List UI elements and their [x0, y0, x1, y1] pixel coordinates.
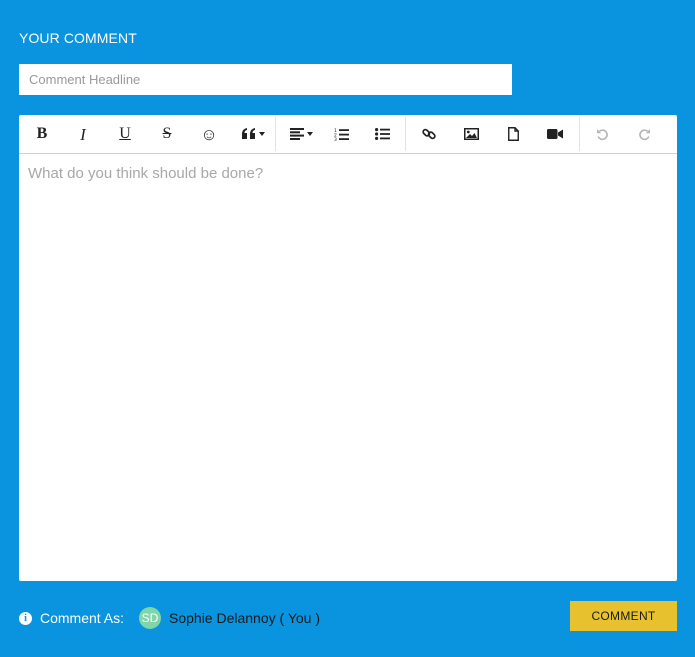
chevron-down-icon	[258, 132, 265, 136]
redo-button[interactable]	[625, 115, 663, 153]
emoji-button[interactable]: ☺	[190, 115, 228, 153]
comment-headline-input[interactable]	[19, 64, 512, 95]
undo-icon	[596, 128, 608, 140]
video-camera-icon	[547, 129, 563, 139]
link-icon	[422, 128, 436, 140]
comment-as-info: i Comment As:	[19, 609, 124, 627]
toolbar-divider	[405, 117, 406, 151]
submit-comment-button[interactable]: COMMENT	[570, 601, 677, 631]
redo-icon	[638, 128, 650, 140]
undo-button[interactable]	[583, 115, 621, 153]
comment-body-textarea[interactable]	[19, 154, 677, 581]
file-icon	[507, 127, 519, 141]
quote-icon	[241, 128, 255, 139]
insert-video-button[interactable]	[536, 115, 574, 153]
chevron-down-icon	[306, 132, 313, 136]
quote-dropdown-button[interactable]	[233, 115, 273, 153]
emoji-icon: ☺	[200, 124, 218, 144]
comment-as-label: Comment As:	[40, 610, 125, 626]
unordered-list-button[interactable]	[363, 115, 401, 153]
bold-icon: B	[36, 125, 48, 142]
insert-file-button[interactable]	[494, 115, 532, 153]
italic-icon: I	[80, 124, 86, 144]
user-name: Sophie Delannoy ( You )	[169, 610, 320, 626]
bold-button[interactable]: B	[23, 115, 61, 153]
avatar: SD	[139, 607, 161, 629]
underline-button[interactable]: U	[106, 115, 144, 153]
toolbar-divider	[579, 117, 580, 151]
section-title: YOUR COMMENT	[19, 30, 137, 46]
svg-text:3: 3	[334, 137, 337, 141]
info-icon: i	[19, 611, 32, 625]
align-left-icon	[289, 128, 304, 140]
rich-text-editor: B I U S ☺ 1 2 3 What do you think should…	[19, 115, 677, 581]
ordered-list-button[interactable]: 1 2 3	[322, 115, 360, 153]
toolbar-divider	[275, 117, 276, 151]
insert-image-button[interactable]	[452, 115, 490, 153]
insert-link-button[interactable]	[410, 115, 448, 153]
editor-toolbar: B I U S ☺ 1 2 3	[19, 115, 677, 154]
italic-button[interactable]: I	[64, 115, 102, 153]
strikethrough-icon: S	[162, 125, 172, 142]
strikethrough-button[interactable]: S	[148, 115, 186, 153]
align-dropdown-button[interactable]	[281, 115, 321, 153]
ordered-list-icon: 1 2 3	[334, 128, 349, 141]
unordered-list-icon	[374, 128, 390, 140]
image-icon	[463, 128, 479, 140]
underline-icon: U	[119, 125, 131, 142]
